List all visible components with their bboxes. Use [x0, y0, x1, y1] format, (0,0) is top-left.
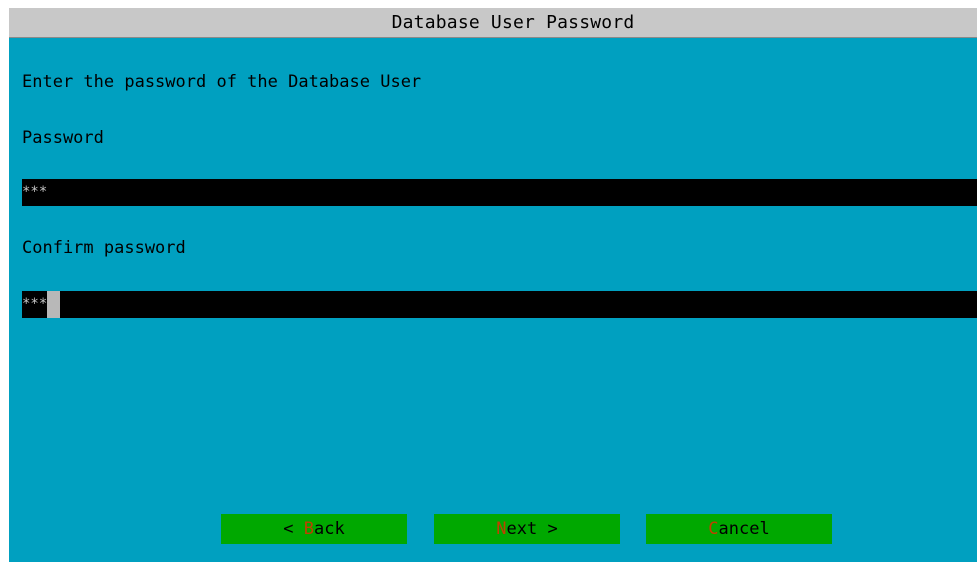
- text-cursor: [47, 291, 61, 318]
- cancel-button-hotkey: C: [708, 519, 719, 539]
- password-field[interactable]: ***: [22, 179, 977, 206]
- back-button-label: ack: [314, 519, 345, 539]
- dialog-title: Database User Password: [391, 12, 635, 33]
- confirm-password-field[interactable]: ***: [22, 291, 977, 318]
- cancel-button[interactable]: Cancel: [646, 514, 832, 544]
- confirm-password-label: Confirm password: [22, 238, 186, 258]
- back-button-hotkey: B: [303, 519, 314, 539]
- installer-dialog: Database User Password Enter the passwor…: [9, 8, 977, 562]
- confirm-password-value: ***: [22, 296, 48, 312]
- back-button-prefix: <: [283, 519, 304, 539]
- next-button-label: ext >: [506, 519, 558, 539]
- dialog-title-bar: Database User Password: [9, 8, 977, 38]
- password-label: Password: [22, 128, 104, 148]
- password-value: ***: [22, 184, 48, 200]
- cancel-button-label: ancel: [718, 519, 770, 539]
- next-button-hotkey: N: [496, 519, 507, 539]
- prompt-text: Enter the password of the Database User: [22, 72, 422, 92]
- back-button[interactable]: < Back: [221, 514, 407, 544]
- next-button[interactable]: Next >: [434, 514, 620, 544]
